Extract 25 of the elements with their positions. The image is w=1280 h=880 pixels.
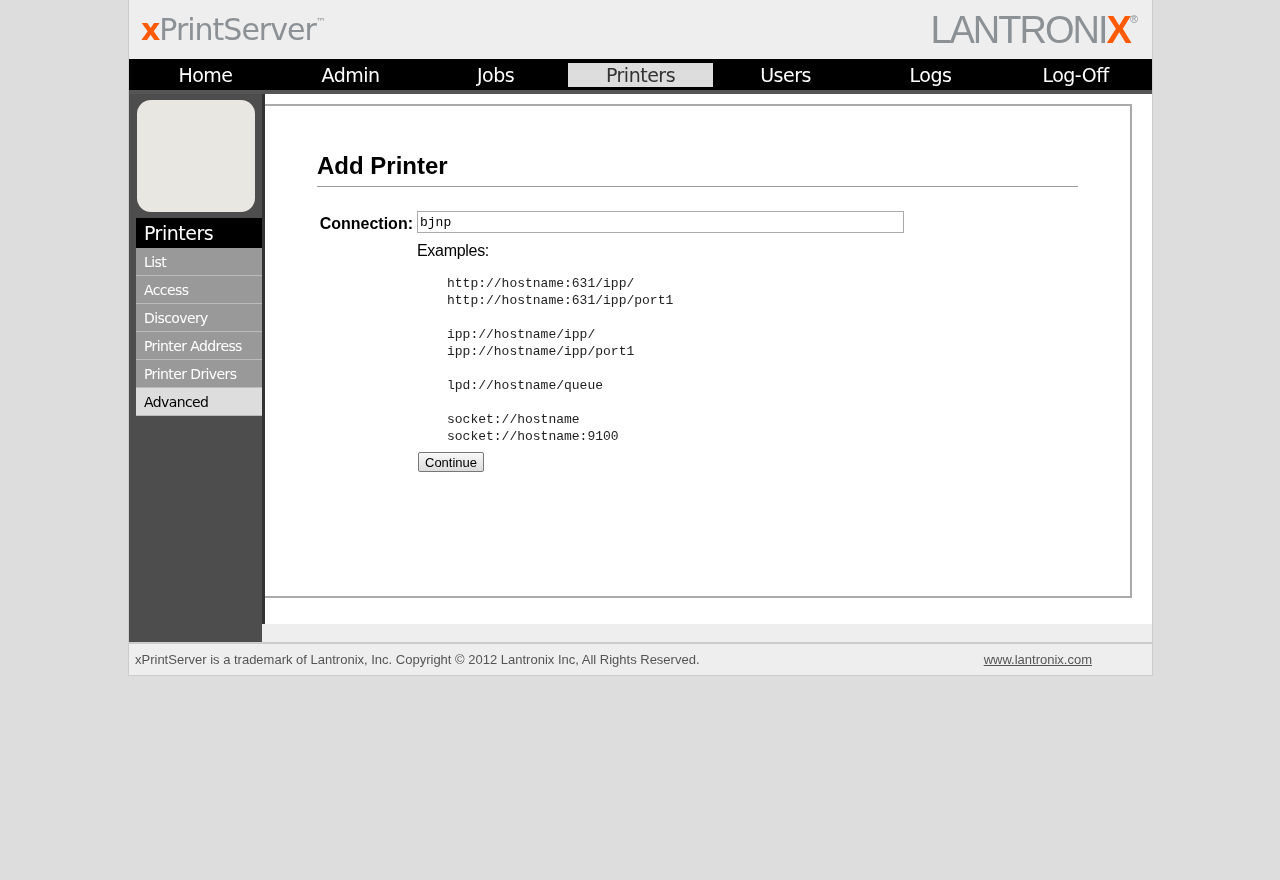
sidebar-title: Printers — [136, 218, 262, 248]
example-url: ipp://hostname/ipp/port1 — [447, 343, 636, 360]
connection-input[interactable]: bjnp — [417, 211, 904, 233]
website-link[interactable]: www.lantronix.com — [983, 649, 1092, 670]
page-title: Add Printer — [317, 148, 1078, 187]
example-url: ipp://hostname/ipp/ — [447, 326, 597, 343]
example-url: socket://hostname:9100 — [447, 428, 620, 445]
product-logo: xPrintServer™ — [141, 10, 326, 49]
example-url: http://hostname:631/ipp/ — [447, 275, 636, 292]
sidebar-item[interactable]: Advanced — [136, 388, 262, 416]
nav-tab[interactable]: Logs — [901, 62, 960, 87]
nav-tab[interactable]: Jobs — [468, 62, 523, 87]
nav-tab[interactable]: Admin — [313, 62, 388, 87]
copyright-text: xPrintServer is a trademark of Lantronix, Inc. Copyright © 2012 Lantronix Inc, All Rights Reserved. — [135, 650, 700, 669]
nav-tab[interactable]: Log-Off — [1034, 62, 1117, 87]
example-url: socket://hostname — [447, 411, 581, 428]
continue-button[interactable]: Continue — [418, 452, 485, 472]
brand-logo: LANTRONIX® — [930, 7, 1138, 52]
examples-label: Examples: — [417, 241, 490, 261]
nav-tab[interactable]: Users — [752, 62, 819, 87]
nav-tab[interactable]: Printers — [568, 62, 713, 87]
nav-tab[interactable]: Home — [170, 62, 241, 87]
example-url: http://hostname:631/ipp/port1 — [447, 292, 675, 309]
example-url: lpd://hostname/queue — [447, 377, 605, 394]
field-label: Connection: — [318, 214, 414, 234]
